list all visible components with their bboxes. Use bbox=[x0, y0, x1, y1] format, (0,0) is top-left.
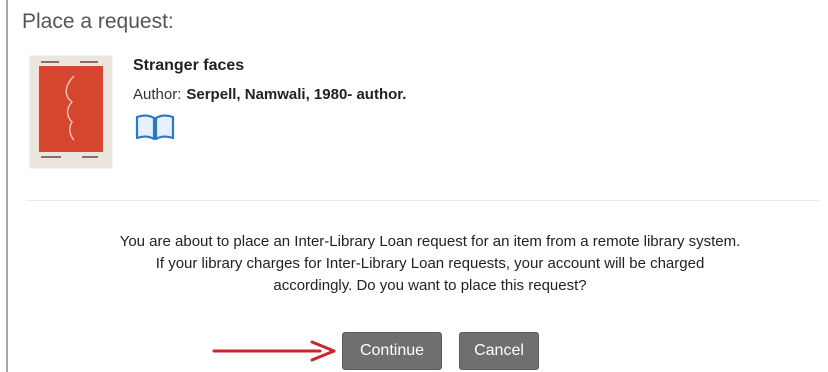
message-line: accordingly. Do you want to place this r… bbox=[273, 277, 587, 294]
arrow-right-icon bbox=[212, 340, 336, 362]
section-divider bbox=[26, 200, 820, 201]
book-icon bbox=[135, 112, 175, 142]
cancel-button[interactable]: Cancel bbox=[459, 332, 539, 370]
ill-confirmation-message: You are about to place an Inter-Library … bbox=[40, 231, 820, 297]
page-title: Place a request: bbox=[22, 10, 174, 33]
book-cover-image bbox=[30, 56, 112, 168]
continue-button[interactable]: Continue bbox=[342, 332, 442, 370]
message-line: You are about to place an Inter-Library … bbox=[119, 233, 741, 250]
item-title[interactable]: Stranger faces bbox=[133, 57, 244, 75]
author-value: Serpell, Namwali, 1980- author. bbox=[186, 86, 407, 103]
left-border bbox=[6, 0, 8, 372]
message-line: If your library charges for Inter-Librar… bbox=[155, 255, 705, 272]
author-line: Author: Serpell, Namwali, 1980- author. bbox=[133, 86, 406, 103]
author-label: Author: bbox=[133, 86, 182, 103]
